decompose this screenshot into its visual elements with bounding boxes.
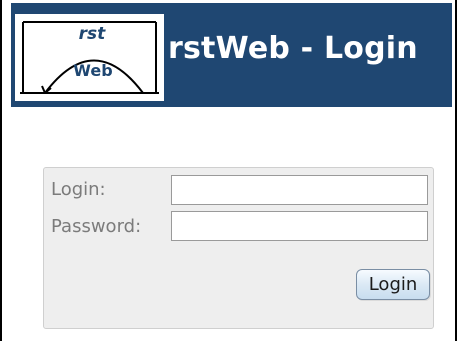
- password-input[interactable]: [171, 211, 428, 241]
- login-input[interactable]: [171, 175, 428, 205]
- rstweb-logo-graphic: rst Web: [15, 14, 164, 101]
- svg-text:rst: rst: [79, 24, 107, 44]
- page-frame: rst Web rstWeb - Login Login: Password: …: [0, 0, 457, 341]
- header-bar: rst Web rstWeb - Login: [11, 3, 452, 107]
- login-label: Login:: [51, 179, 106, 200]
- rstweb-logo: rst Web: [15, 14, 164, 101]
- svg-text:Web: Web: [73, 61, 112, 80]
- login-form-panel: Login: Password: Login: [43, 167, 434, 329]
- password-label: Password:: [51, 216, 142, 237]
- login-button[interactable]: Login: [356, 269, 430, 300]
- page-title: rstWeb - Login: [168, 31, 418, 66]
